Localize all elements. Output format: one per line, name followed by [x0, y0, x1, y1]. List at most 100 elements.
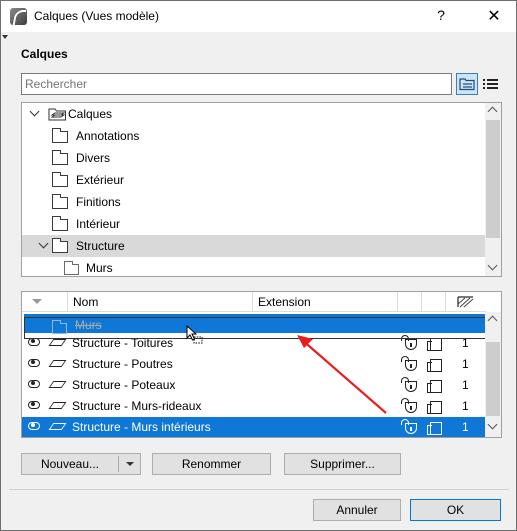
- layer-row[interactable]: Structure - Poutres 1: [22, 354, 486, 375]
- wireframe-icon[interactable]: [427, 401, 442, 414]
- scroll-down-icon[interactable]: [487, 260, 498, 271]
- sort-arrow-icon: [32, 299, 42, 304]
- drag-ghost: Murs: [24, 317, 488, 339]
- layer-list[interactable]: Nom Extension Structure - Toitures 1 Str…: [21, 291, 502, 438]
- column-intersection[interactable]: [446, 292, 486, 312]
- layers-folder-icon: [48, 108, 66, 121]
- column-name[interactable]: Nom: [68, 292, 253, 312]
- tree-item-label: Structure: [76, 239, 125, 253]
- scroll-thumb[interactable]: [486, 120, 500, 238]
- eye-icon[interactable]: [28, 401, 40, 409]
- lock-icon[interactable]: [401, 356, 417, 371]
- tree-item-label: Finitions: [76, 195, 121, 209]
- new-button[interactable]: Nouveau...: [21, 453, 141, 475]
- drag-cursor-icon: [186, 325, 203, 344]
- tree-item-murs[interactable]: Murs: [22, 257, 486, 276]
- column-extension-label: Extension: [258, 295, 311, 309]
- folder-icon: [52, 194, 68, 209]
- list-view-button[interactable]: [481, 73, 501, 95]
- scroll-thumb[interactable]: [486, 342, 500, 416]
- split-divider: [118, 456, 119, 472]
- eye-icon[interactable]: [28, 338, 40, 346]
- tree-item-label: Extérieur: [76, 173, 125, 187]
- new-button-label: Nouveau...: [40, 457, 100, 471]
- tree-item-label: Murs: [86, 261, 113, 275]
- tree-item-finitions[interactable]: Finitions: [22, 191, 486, 213]
- list-header: Nom Extension: [22, 292, 486, 312]
- tree-item-label: Intérieur: [76, 217, 121, 231]
- tree-item-annotations[interactable]: Annotations: [22, 125, 486, 147]
- delete-button[interactable]: Supprimer...: [284, 453, 401, 475]
- lock-icon[interactable]: [401, 398, 417, 413]
- eye-icon[interactable]: [28, 359, 40, 367]
- wireframe-icon[interactable]: [427, 359, 442, 372]
- folder-icon: [52, 238, 68, 253]
- tree-item-structure[interactable]: Structure: [22, 235, 486, 257]
- wireframe-icon[interactable]: [427, 380, 442, 393]
- list-scrollbar[interactable]: [485, 312, 501, 437]
- eye-icon[interactable]: [28, 380, 40, 388]
- title-bar[interactable]: Calques (Vues modèle) ? ✕: [1, 1, 516, 32]
- search-input[interactable]: [21, 73, 452, 95]
- collapse-triangle-icon[interactable]: [2, 35, 8, 39]
- tree-item-calques[interactable]: Calques: [22, 103, 486, 125]
- layer-name: Structure - Murs intérieurs: [72, 420, 211, 434]
- ok-button[interactable]: OK: [410, 499, 501, 521]
- layer-row-selected[interactable]: Structure - Murs intérieurs 1: [22, 417, 486, 437]
- eye-icon[interactable]: [28, 422, 40, 430]
- layer-icon: [48, 381, 67, 388]
- section-title: Calques: [21, 47, 68, 61]
- intersection-hatch-icon: [457, 296, 474, 308]
- scroll-down-icon[interactable]: [487, 419, 498, 430]
- cancel-button[interactable]: Annuler: [313, 499, 401, 521]
- folder-tree[interactable]: Calques Annotations Divers Extérieur Fin…: [21, 102, 502, 277]
- footer-divider: [9, 489, 509, 490]
- intersection-group[interactable]: 1: [462, 357, 469, 371]
- layer-icon: [48, 402, 67, 409]
- layer-row[interactable]: Structure - Poteaux 1: [22, 375, 486, 396]
- intersection-group[interactable]: 1: [462, 420, 469, 434]
- layer-row[interactable]: Structure - Murs-rideaux 1: [22, 396, 486, 417]
- tree-item-label: Divers: [76, 151, 111, 165]
- intersection-group[interactable]: 1: [462, 399, 469, 413]
- chevron-down-icon[interactable]: [38, 238, 49, 249]
- lock-icon[interactable]: [401, 335, 417, 350]
- layer-icon: [48, 360, 67, 367]
- column-visibility[interactable]: [22, 292, 68, 312]
- lock-icon[interactable]: [401, 419, 417, 434]
- folder-icon: [52, 128, 68, 143]
- tree-item-interieur[interactable]: Intérieur: [22, 213, 486, 235]
- folder-icon: [52, 172, 68, 187]
- folder-icon: [52, 320, 67, 334]
- list-view-icon: [483, 79, 498, 89]
- layer-name: Structure - Poutres: [72, 357, 173, 371]
- layer-name: Structure - Murs-rideaux: [72, 399, 202, 413]
- tree-item-label: Calques: [68, 107, 113, 121]
- tree-scrollbar[interactable]: [485, 103, 501, 276]
- column-wireframe[interactable]: [422, 292, 446, 312]
- archicad-app-icon: [10, 8, 27, 25]
- close-button[interactable]: ✕: [485, 6, 503, 25]
- scroll-up-icon[interactable]: [487, 315, 498, 326]
- column-extension[interactable]: Extension: [253, 292, 398, 312]
- layer-name: Structure - Poteaux: [72, 378, 176, 392]
- intersection-group[interactable]: 1: [462, 378, 469, 392]
- chevron-down-icon[interactable]: [29, 106, 40, 117]
- tree-view-icon: [459, 78, 475, 91]
- layer-icon: [48, 423, 67, 430]
- scroll-up-icon[interactable]: [487, 106, 498, 117]
- column-name-label: Nom: [73, 295, 99, 309]
- tree-item-divers[interactable]: Divers: [22, 147, 486, 169]
- wireframe-icon[interactable]: [427, 338, 442, 351]
- layer-icon: [48, 339, 67, 346]
- dropdown-arrow-icon[interactable]: [126, 462, 134, 466]
- folder-icon: [52, 150, 68, 165]
- lock-icon[interactable]: [401, 377, 417, 392]
- help-button[interactable]: ?: [433, 7, 449, 25]
- column-lock[interactable]: [398, 292, 422, 312]
- tree-item-label: Annotations: [76, 129, 140, 143]
- tree-view-button[interactable]: [456, 73, 478, 95]
- tree-item-exterieur[interactable]: Extérieur: [22, 169, 486, 191]
- rename-button[interactable]: Renommer: [152, 453, 271, 475]
- wireframe-icon[interactable]: [427, 422, 442, 435]
